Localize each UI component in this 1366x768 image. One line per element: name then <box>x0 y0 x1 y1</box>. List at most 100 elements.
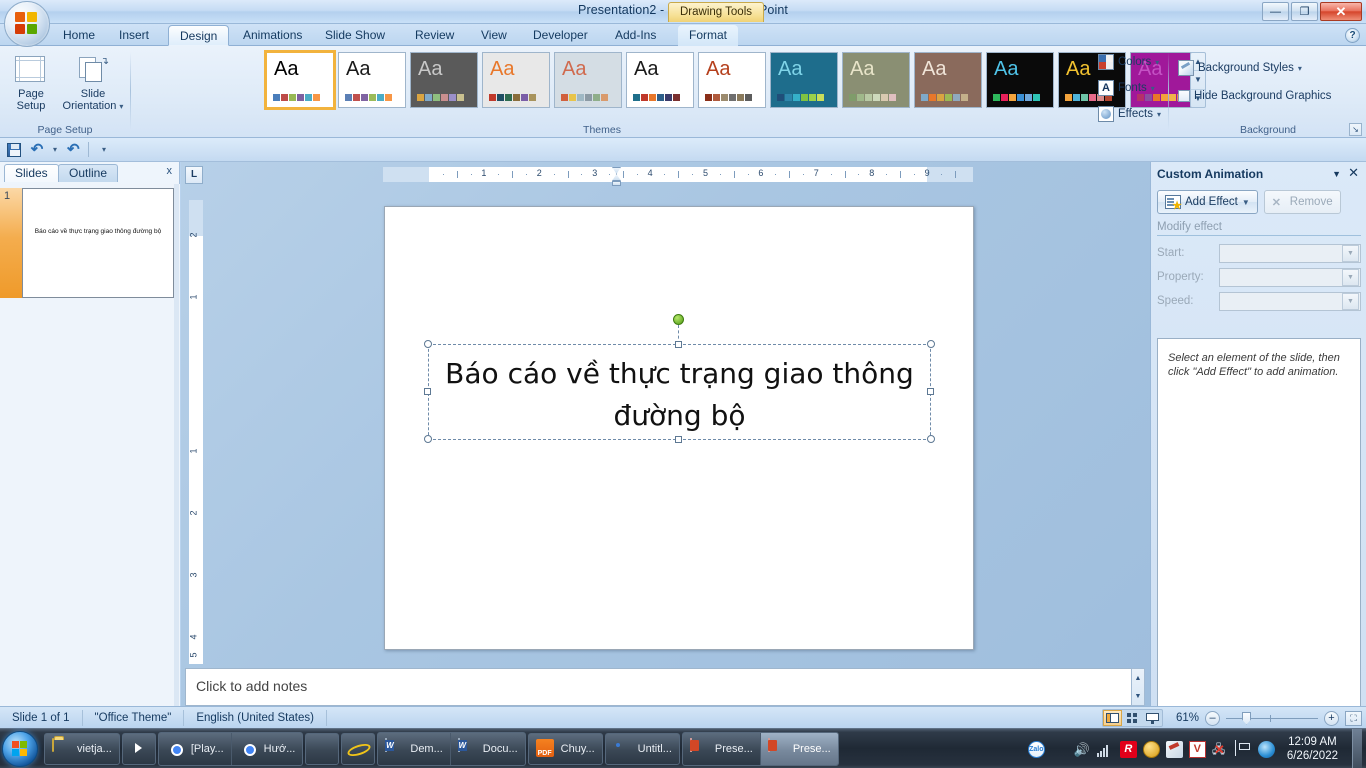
theme-fonts-button[interactable]: A Fonts ▾ <box>1094 78 1159 98</box>
tab-design[interactable]: Design <box>168 25 230 46</box>
taskbar-item-pdf-chuy[interactable]: PDF Chuy... <box>527 733 603 765</box>
taskbar-item-media-player[interactable] <box>121 733 156 765</box>
taskbar-item-internet-explorer[interactable] <box>341 733 376 765</box>
v-badge-icon[interactable]: V <box>1188 740 1206 758</box>
resize-handle-bottom-left[interactable] <box>424 435 432 443</box>
tab-view[interactable]: View <box>470 25 518 46</box>
zoom-slider-thumb[interactable] <box>1242 711 1251 725</box>
notes-scroll-down-button[interactable]: ▼ <box>1132 687 1144 705</box>
theme-thumbnail[interactable]: Aa <box>770 52 838 108</box>
resize-handle-top-left[interactable] <box>424 340 432 348</box>
rotation-handle[interactable] <box>673 314 684 325</box>
speed-select[interactable]: ▼ <box>1219 291 1361 311</box>
action-center-flag-icon[interactable] <box>1234 739 1252 758</box>
theme-thumbnail[interactable]: Aa <box>554 52 622 108</box>
resize-handle-middle-right[interactable] <box>927 388 934 395</box>
avira-icon[interactable]: R <box>1119 740 1137 758</box>
notes-scrollbar[interactable]: ▲ ▼ <box>1131 668 1145 706</box>
themes-gallery[interactable]: Aa Aa Aa Aa Aa Aa Aa Aa Aa Aa Aa Aa Aa ▲ ▼ ▼ <box>264 50 1206 116</box>
slide-thumbnail-item[interactable]: 1 Báo cáo về thực trạng giao thông đường… <box>0 188 180 298</box>
selected-title-textbox[interactable]: Báo cáo về thực trạng giao thông đường b… <box>428 344 931 440</box>
help-icon[interactable]: ? <box>1345 28 1360 43</box>
unikey-icon[interactable] <box>1165 740 1183 758</box>
panel-close-button[interactable]: x <box>167 165 173 177</box>
minimize-button[interactable]: — <box>1262 2 1289 21</box>
zoom-slider[interactable] <box>1226 711 1318 726</box>
pane-dropdown-icon[interactable]: ▼ <box>1332 169 1341 179</box>
taskbar-item-chrome-play[interactable]: [Play... <box>159 733 232 765</box>
taskbar-item-paint-untitled[interactable]: Untitl... <box>604 733 680 765</box>
restore-button[interactable]: ❐ <box>1291 2 1318 21</box>
start-select[interactable]: ▼ <box>1219 243 1361 263</box>
undo-button[interactable]: ↶ <box>27 140 47 159</box>
volume-icon[interactable]: 🔊 <box>1074 741 1091 758</box>
taskbar-item-powerpoint-1[interactable]: Prese... <box>683 733 761 765</box>
taskbar-item-chrome-huong[interactable]: Hướ... <box>232 733 303 765</box>
tab-home[interactable]: Home <box>52 25 106 46</box>
theme-thumbnail[interactable]: Aa <box>410 52 478 108</box>
coin-icon[interactable] <box>1142 740 1160 758</box>
tab-animations[interactable]: Animations <box>232 25 313 46</box>
theme-thumbnail[interactable]: Aa <box>338 52 406 108</box>
theme-thumbnail[interactable]: Aa <box>264 50 336 110</box>
remove-effect-button[interactable]: ✕ Remove <box>1263 190 1341 214</box>
resize-handle-top-center[interactable] <box>675 341 682 348</box>
resize-handle-middle-left[interactable] <box>424 388 431 395</box>
panel-scrollbar[interactable] <box>174 184 179 706</box>
taskbar-item-powerpoint-2[interactable]: Prese... <box>760 733 838 765</box>
zoom-level-label[interactable]: 61% <box>1169 712 1199 724</box>
animation-list[interactable]: Select an element of the slide, then cli… <box>1157 338 1361 768</box>
taskbar-item-word-dem[interactable]: W Dem... <box>378 733 451 765</box>
show-desktop-button[interactable] <box>1352 729 1362 768</box>
hide-background-graphics-checkbox[interactable]: Hide Background Graphics <box>1174 86 1335 106</box>
zoom-out-button[interactable]: – <box>1205 710 1220 726</box>
view-normal-button[interactable] <box>1103 710 1122 726</box>
undo-dropdown-button[interactable]: ▾ <box>50 140 60 159</box>
notes-scroll-up-button[interactable]: ▲ <box>1132 669 1144 687</box>
pane-close-icon[interactable]: ✕ <box>1348 165 1359 181</box>
horizontal-ruler-bar[interactable]: 1 2 3 4 5 6 7 8 9 <box>383 167 973 182</box>
tab-outline[interactable]: Outline <box>58 164 119 182</box>
theme-thumbnail[interactable]: Aa <box>698 52 766 108</box>
theme-colors-button[interactable]: Colors ▾ <box>1094 52 1163 72</box>
network-disconnected-icon[interactable]: 🖧 ✕ <box>1212 741 1229 758</box>
close-button[interactable]: ✕ <box>1320 2 1362 21</box>
slides-thumbnail-list[interactable]: 1 Báo cáo về thực trạng giao thông đường… <box>0 184 180 706</box>
redo-button[interactable]: ↷ <box>63 140 83 159</box>
taskbar-item-word-docu[interactable]: W Docu... <box>451 733 525 765</box>
property-select[interactable]: ▼ <box>1219 267 1361 287</box>
tab-format[interactable]: Format <box>678 25 739 46</box>
tab-review[interactable]: Review <box>404 25 465 46</box>
tab-slides[interactable]: Slides <box>4 164 59 182</box>
slide-thumbnail[interactable]: Báo cáo về thực trạng giao thông đường b… <box>22 188 174 298</box>
left-indent-marker[interactable] <box>612 181 621 186</box>
zoom-in-button[interactable]: + <box>1324 710 1339 726</box>
tab-insert[interactable]: Insert <box>108 25 160 46</box>
background-styles-button[interactable]: Background Styles ▾ <box>1174 58 1306 78</box>
tab-add-ins[interactable]: Add-Ins <box>604 25 667 46</box>
blue-globe-icon[interactable] <box>1257 740 1275 758</box>
background-dialog-launcher[interactable]: ↘ <box>1349 123 1362 136</box>
status-language[interactable]: English (United States) <box>184 709 327 726</box>
resize-handle-bottom-center[interactable] <box>675 436 682 443</box>
add-effect-button[interactable]: ★ Add Effect ▼ <box>1157 190 1258 214</box>
taskbar-item-firefox[interactable] <box>305 733 340 765</box>
fit-slide-to-window-button[interactable]: ⛶ <box>1345 710 1362 726</box>
tab-slide-show[interactable]: Slide Show <box>314 25 396 46</box>
save-button[interactable] <box>4 140 24 159</box>
theme-thumbnail[interactable]: Aa <box>914 52 982 108</box>
clock[interactable]: 12:09 AM 6/26/2022 <box>1281 735 1344 763</box>
notes-pane[interactable]: Click to add notes <box>185 668 1142 706</box>
zalo-icon[interactable]: Zalo <box>1027 740 1045 758</box>
theme-effects-button[interactable]: Effects ▾ <box>1094 104 1165 124</box>
slide-orientation-button[interactable]: ↴ Slide Orientation ▾ <box>60 52 126 116</box>
tab-developer[interactable]: Developer <box>522 25 599 46</box>
theme-thumbnail[interactable]: Aa <box>482 52 550 108</box>
theme-thumbnail[interactable]: Aa <box>842 52 910 108</box>
customize-qat-button[interactable]: ▾ <box>94 140 114 159</box>
view-slide-sorter-button[interactable] <box>1123 710 1142 726</box>
tab-stop-selector-button[interactable]: L <box>185 166 203 184</box>
office-button[interactable] <box>4 1 50 47</box>
theme-thumbnail[interactable]: Aa <box>986 52 1054 108</box>
resize-handle-top-right[interactable] <box>927 340 935 348</box>
